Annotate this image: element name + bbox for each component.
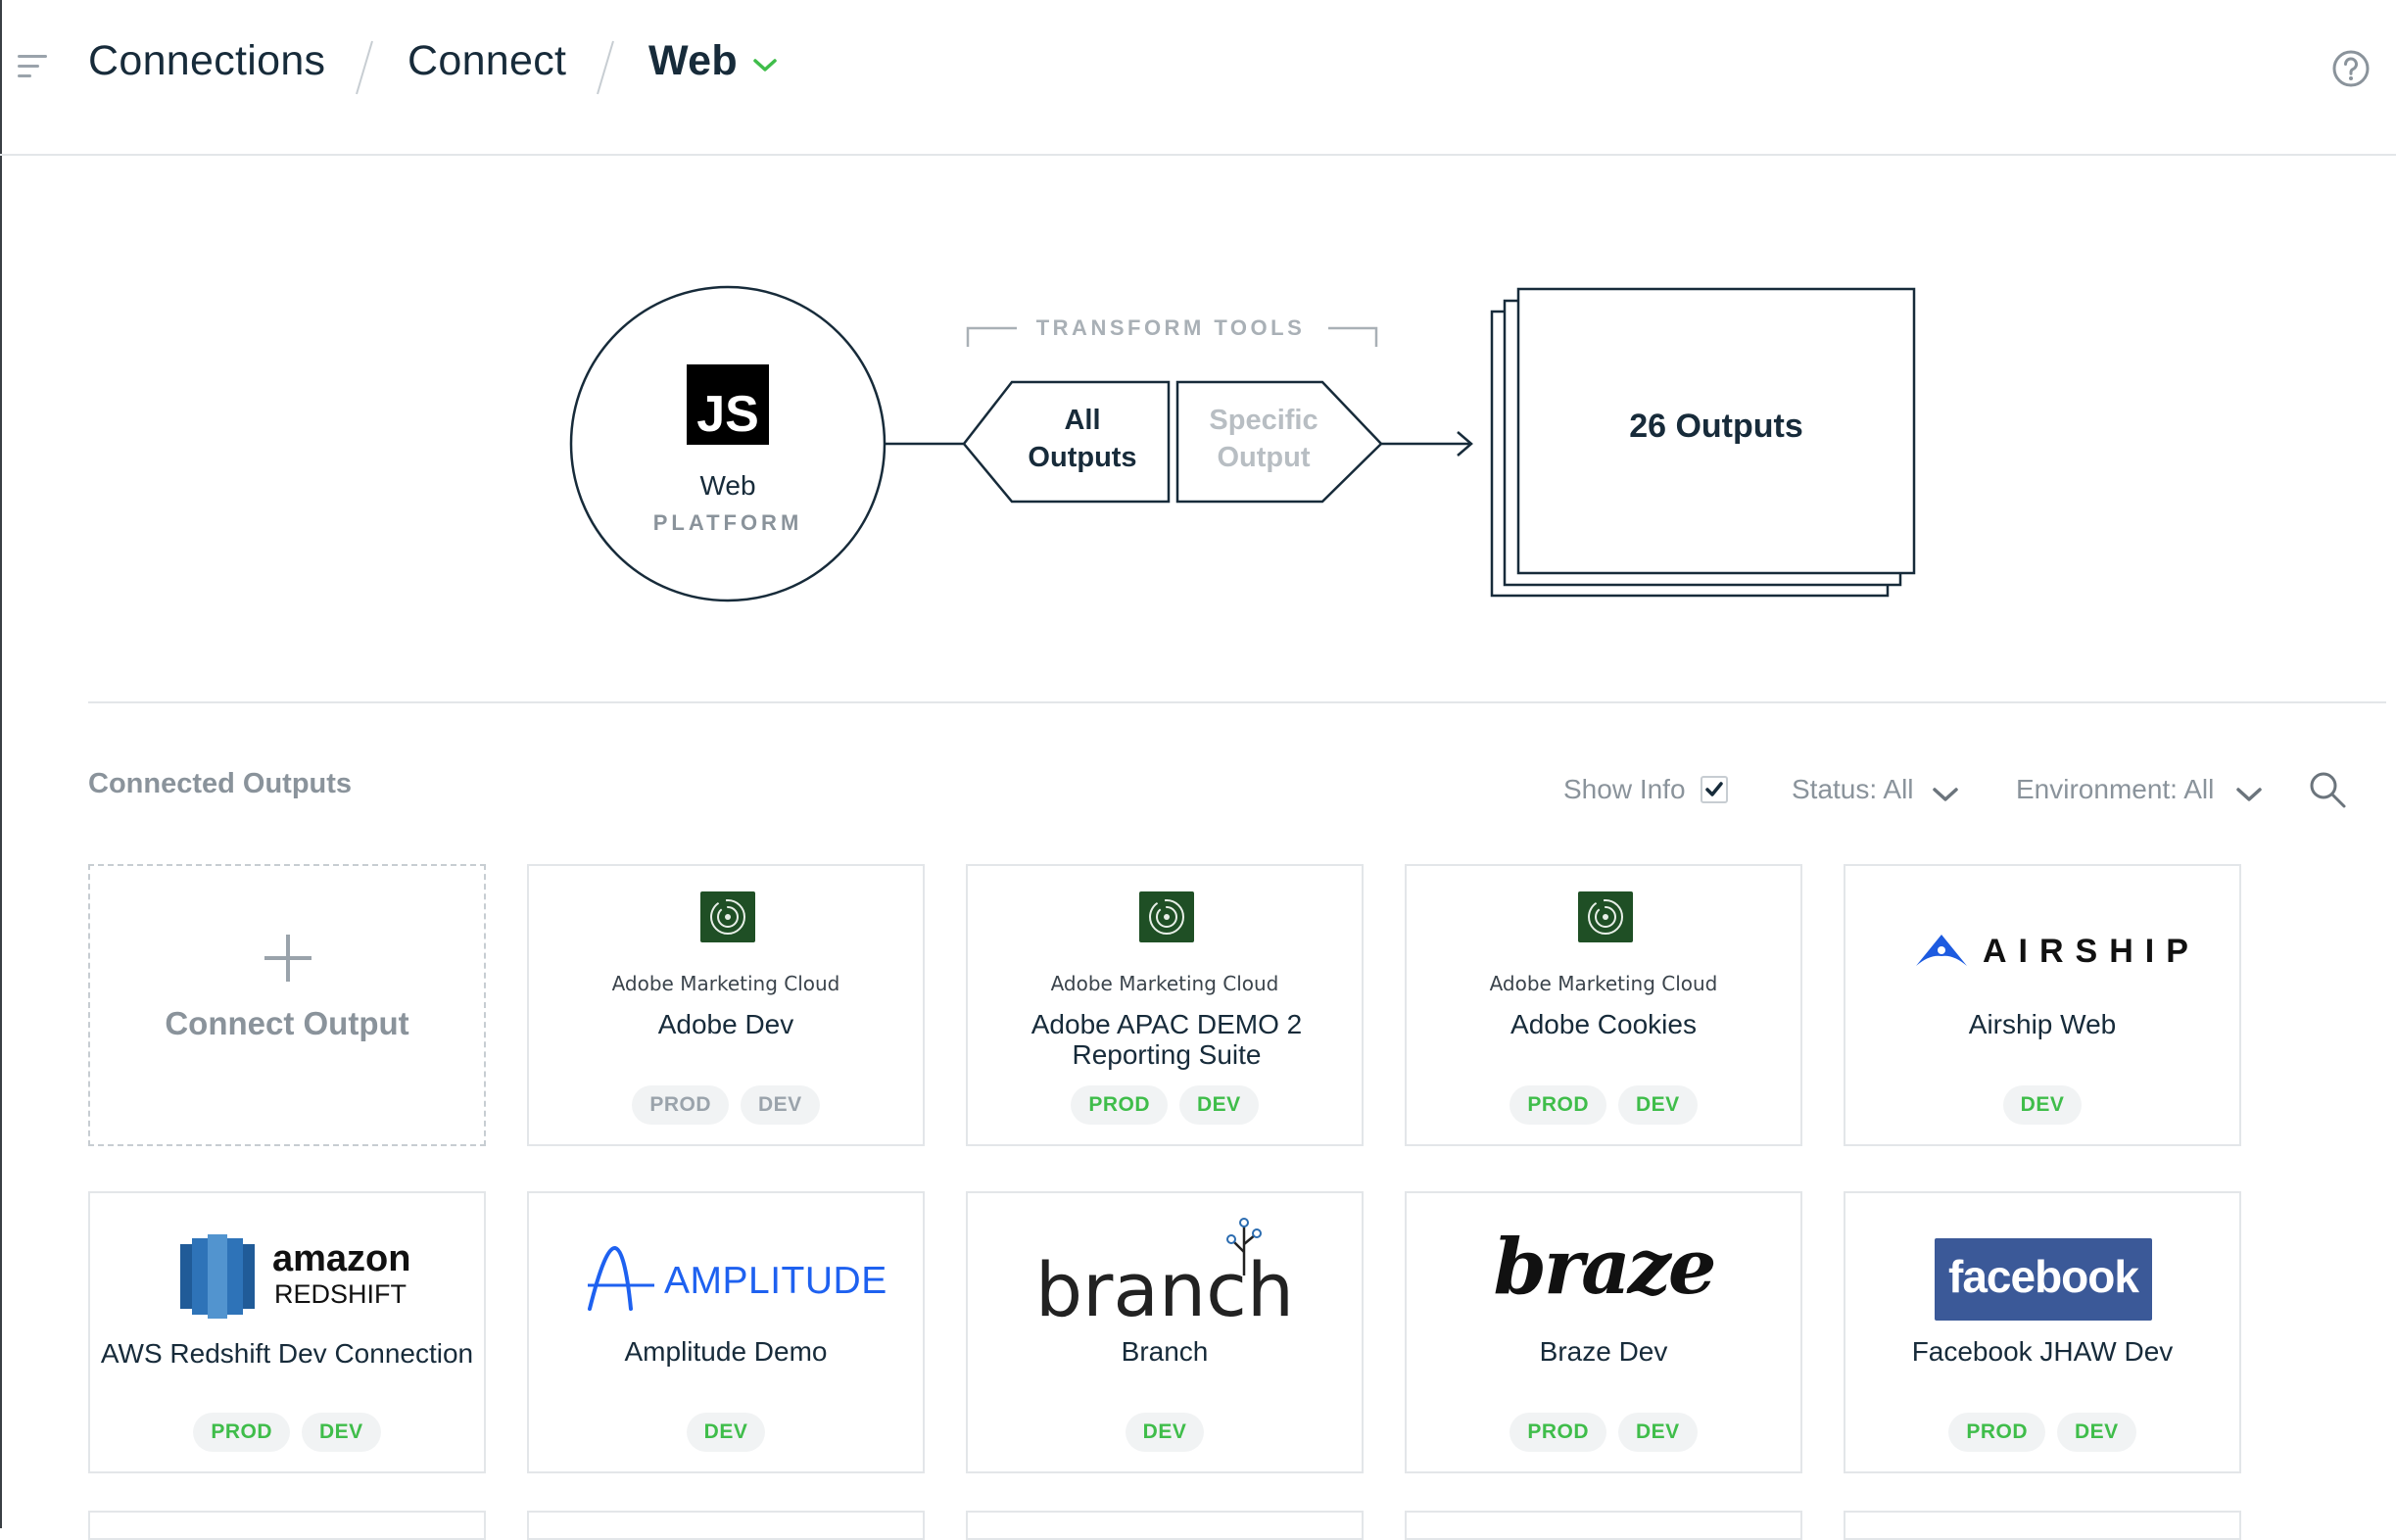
dev-badge: DEV — [741, 1085, 820, 1125]
chevron-down-icon[interactable] — [1932, 786, 1959, 803]
prod-badge: PROD — [632, 1085, 729, 1125]
prod-badge: PROD — [1509, 1085, 1606, 1125]
check-icon — [1705, 782, 1723, 796]
show-info-label[interactable]: Show Info — [1563, 774, 1686, 805]
adobe-marketing-cloud-logo: Adobe Marketing Cloud — [529, 888, 923, 995]
output-card[interactable]: branch Branch DEV — [966, 1191, 1364, 1473]
environment-badges: PROD DEV — [1407, 1413, 1800, 1452]
logo-text: Adobe Marketing Cloud — [611, 972, 840, 995]
source-name: Web — [699, 470, 756, 501]
js-logo-text: JS — [696, 386, 759, 443]
amplitude-icon — [588, 1246, 654, 1311]
outputs-count[interactable]: 26 Outputs — [1518, 408, 1914, 446]
output-name: AWS Redshift Dev Connection — [100, 1338, 474, 1369]
plus-icon — [264, 935, 311, 982]
facebook-logo: facebook — [1845, 1215, 2239, 1323]
prod-badge: PROD — [1948, 1413, 2045, 1452]
transform-bracket-right — [1328, 326, 1378, 347]
dev-badge: DEV — [1179, 1085, 1259, 1125]
output-name: Amplitude Demo — [624, 1336, 828, 1367]
prod-badge: PROD — [193, 1413, 290, 1452]
adobe-marketing-cloud-icon — [1139, 891, 1194, 942]
output-name: Braze Dev — [1539, 1336, 1668, 1367]
amazon-wordmark: amazon — [272, 1238, 411, 1279]
output-card-partial[interactable] — [527, 1511, 925, 1540]
status-filter[interactable]: Status: All — [1792, 774, 1914, 805]
dev-badge: DEV — [1618, 1085, 1698, 1125]
output-card[interactable]: Adobe Marketing Cloud Adobe APAC DEMO 2 … — [966, 864, 1364, 1146]
amplitude-logo: AMPLITUDE — [529, 1215, 923, 1323]
output-card[interactable]: AMPLITUDE Amplitude Demo DEV — [527, 1191, 925, 1473]
environment-badges: PROD DEV — [1845, 1413, 2239, 1452]
airship-wordmark: AIRSHIP — [1983, 933, 2200, 970]
chevron-down-icon[interactable] — [2235, 786, 2263, 803]
dev-badge: DEV — [302, 1413, 381, 1452]
facebook-logo-box: facebook — [1935, 1238, 2152, 1321]
branch-wordmark: branch — [1034, 1246, 1295, 1333]
environment-badges: PROD DEV — [529, 1085, 923, 1125]
environment-badges: PROD DEV — [90, 1413, 484, 1452]
braze-logo: braze — [1407, 1215, 1800, 1323]
output-card[interactable]: amazon REDSHIFT AWS Redshift Dev Connect… — [88, 1191, 486, 1473]
connect-output-label: Connect Output — [165, 1005, 409, 1041]
output-name: Airship Web — [1968, 1009, 2117, 1039]
output-card-partial[interactable] — [966, 1511, 1364, 1540]
amazon-redshift-logo: amazon REDSHIFT — [90, 1215, 484, 1323]
output-name: Adobe Dev — [657, 1009, 794, 1039]
show-info-checkbox[interactable] — [1701, 776, 1728, 803]
connected-outputs-title: Connected Outputs — [88, 768, 353, 799]
redshift-wordmark: REDSHIFT — [274, 1279, 407, 1309]
airship-logo: AIRSHIP — [1845, 888, 2239, 995]
amplitude-wordmark: AMPLITUDE — [664, 1260, 887, 1302]
prod-badge: PROD — [1509, 1413, 1606, 1452]
transform-tools-label: TRANSFORM TOOLS — [1035, 315, 1306, 340]
output-card[interactable]: Adobe Marketing Cloud Adobe Cookies PROD… — [1405, 864, 1802, 1146]
output-card-partial[interactable] — [88, 1511, 486, 1540]
output-name: Branch — [1121, 1336, 1209, 1367]
environment-badges: PROD DEV — [1407, 1085, 1800, 1125]
output-card[interactable]: AIRSHIP Airship Web DEV — [1844, 864, 2241, 1146]
output-name: Facebook JHAW Dev — [1911, 1336, 2174, 1367]
output-card-partial[interactable] — [1405, 1511, 1802, 1540]
dev-badge: DEV — [2057, 1413, 2136, 1452]
branch-logo: branch — [968, 1215, 1362, 1333]
logo-text: Adobe Marketing Cloud — [1489, 972, 1718, 995]
environment-badges: DEV — [968, 1413, 1362, 1452]
prod-badge: PROD — [1071, 1085, 1168, 1125]
adobe-marketing-cloud-icon — [700, 891, 755, 942]
specific-output-label[interactable]: Specific Output — [1190, 402, 1337, 476]
output-card-partial[interactable] — [1844, 1511, 2241, 1540]
output-card[interactable]: braze Braze Dev PROD DEV — [1405, 1191, 1802, 1473]
dev-badge: DEV — [1618, 1413, 1698, 1452]
adobe-marketing-cloud-icon — [1578, 891, 1633, 942]
search-icon[interactable] — [2308, 770, 2347, 809]
source-type: PLATFORM — [652, 510, 803, 535]
all-outputs-label[interactable]: All Outputs — [1009, 402, 1156, 476]
environment-filter[interactable]: Environment: All — [2016, 774, 2214, 805]
adobe-marketing-cloud-logo: Adobe Marketing Cloud — [968, 888, 1362, 995]
environment-badges: DEV — [1845, 1085, 2239, 1125]
environment-badges: PROD DEV — [968, 1085, 1362, 1125]
output-card[interactable]: facebook Facebook JHAW Dev PROD DEV — [1844, 1191, 2241, 1473]
connect-output-card[interactable]: Connect Output — [88, 864, 486, 1146]
dev-badge: DEV — [2002, 1085, 2083, 1125]
braze-wordmark: braze — [1493, 1223, 1716, 1312]
dev-badge: DEV — [686, 1413, 766, 1452]
output-card[interactable]: Adobe Marketing Cloud Adobe Dev PROD DEV — [527, 864, 925, 1146]
pipeline-diagram: JS — [569, 285, 1916, 602]
facebook-wordmark: facebook — [1948, 1251, 2139, 1302]
redshift-icon — [180, 1234, 255, 1319]
dev-badge: DEV — [1125, 1413, 1205, 1452]
airship-icon — [1916, 935, 1967, 966]
output-name: Adobe Cookies — [1510, 1009, 1697, 1039]
logo-text: Adobe Marketing Cloud — [1050, 972, 1279, 995]
branch-tree-icon — [1226, 1218, 1262, 1275]
section-divider — [88, 701, 2386, 703]
adobe-marketing-cloud-logo: Adobe Marketing Cloud — [1407, 888, 1800, 995]
output-name: Adobe APAC DEMO 2 Reporting Suite — [1030, 1009, 1303, 1070]
environment-badges: DEV — [529, 1413, 923, 1452]
